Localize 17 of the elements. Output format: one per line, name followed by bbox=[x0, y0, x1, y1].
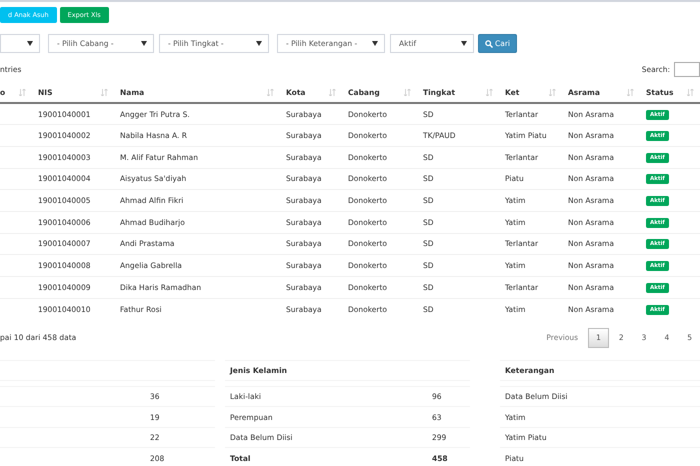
search-icon bbox=[485, 40, 493, 48]
caret-icon bbox=[256, 41, 262, 46]
sort-icon[interactable] bbox=[687, 89, 694, 96]
sort-icon[interactable] bbox=[549, 89, 556, 96]
sort-icon[interactable] bbox=[627, 89, 634, 96]
caret-icon bbox=[461, 41, 467, 46]
filter-select[interactable] bbox=[0, 34, 40, 53]
caret-icon bbox=[27, 41, 33, 46]
sort-icon[interactable] bbox=[486, 89, 493, 96]
sort-icon[interactable] bbox=[404, 89, 411, 96]
caret-icon bbox=[372, 41, 378, 46]
sort-icon[interactable] bbox=[19, 89, 26, 96]
sort-icon[interactable] bbox=[329, 89, 336, 96]
sort-icon[interactable] bbox=[101, 89, 108, 96]
search-field[interactable] bbox=[674, 62, 700, 77]
sort-icon[interactable] bbox=[267, 89, 274, 96]
caret-icon bbox=[141, 41, 147, 46]
